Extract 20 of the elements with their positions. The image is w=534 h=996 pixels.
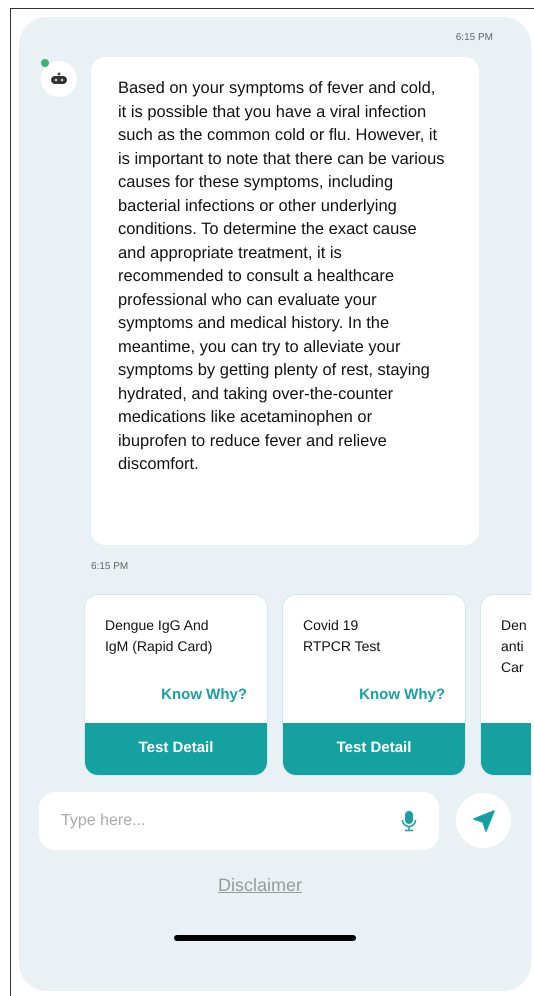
test-name: Covid 19	[303, 616, 360, 634]
test-detail-button[interactable]: Test Detail	[85, 722, 267, 774]
test-name: IgM (Rapid Card)	[105, 636, 214, 656]
microphone-icon[interactable]	[401, 810, 417, 832]
test-name: Den	[501, 616, 528, 634]
know-why-link[interactable]: Know Why?	[161, 684, 247, 706]
robot-icon	[50, 72, 68, 86]
know-why-link[interactable]: Know Why?	[359, 684, 445, 706]
disclaimer-link[interactable]: Disclaimer	[218, 872, 302, 898]
message-input-box[interactable]: Type here...	[39, 792, 439, 850]
send-icon	[472, 808, 496, 832]
test-detail-button[interactable]: Test Detail	[283, 722, 465, 774]
test-name: Dengue IgG And	[105, 616, 210, 635]
message-time: 6:15 PM	[91, 560, 130, 574]
message-time: 6:15 PM	[456, 31, 493, 45]
message-input-field[interactable]: Type here...	[61, 808, 401, 832]
test-name: anti	[501, 636, 525, 656]
test-name: RTPCR Test	[303, 636, 382, 656]
message-text: Based on your symptoms of fever and cold, it is possible that you have a viral infection such as the common cold or flu. However, it is important to note that there can be various causes for these symptoms, including bacterial infections or other underlying conditions. To determine the exact cause and appropriate treatment, it is recommended to consult a healthcare professional who can evaluate your symptoms and medical history. In the meantime, you can try to alleviate your symptoms by getting plenty of rest, staying hydrated, and taking over-the-counter medications like acetaminophen or ibuprofen to reduce fever and relieve discomfort.	[118, 78, 445, 475]
test-name: Car	[501, 658, 525, 676]
